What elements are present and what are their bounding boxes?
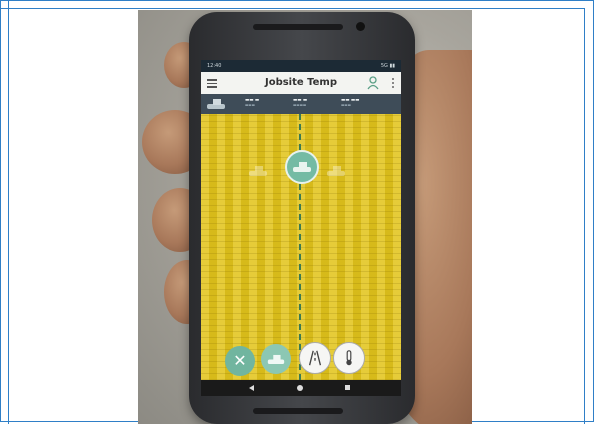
temperature-button[interactable]: [333, 342, 365, 374]
roller-button[interactable]: [261, 344, 291, 374]
status-signal: 5G ▮▮: [380, 63, 395, 69]
roller-compactor-icon: [267, 354, 285, 365]
front-camera: [356, 22, 365, 31]
frame-right-rule: [584, 8, 585, 424]
recent-apps-icon[interactable]: [345, 385, 350, 390]
roller-compactor-icon: [327, 166, 345, 176]
speaker-grille: [253, 408, 343, 414]
frame-top-rule: [0, 8, 585, 9]
speaker-grille: [253, 24, 343, 30]
roller-compactor-icon: [207, 99, 225, 109]
person-icon[interactable]: [367, 76, 379, 90]
phone-screen: 12:40 5G ▮▮ Jobsite Temp ▬▬ ▬ ▬▬▬ ▬▬ ▬ ▬▬▬: [201, 60, 401, 396]
phone: 12:40 5G ▮▮ Jobsite Temp ▬▬ ▬ ▬▬▬ ▬▬ ▬ ▬▬▬: [189, 12, 415, 424]
back-icon[interactable]: [249, 385, 254, 391]
roller-position-marker[interactable]: [285, 150, 319, 184]
lanes-icon: [308, 350, 322, 366]
info-bar: ▬▬ ▬ ▬▬▬ ▬▬ ▬ ▬▬▬▬ ▬▬ ▬▬ ▬▬▬: [201, 94, 401, 114]
status-bar: 12:40 5G ▮▮: [201, 60, 401, 72]
metric-3: ▬▬ ▬▬ ▬▬▬: [341, 98, 360, 107]
status-time: 12:40: [207, 63, 222, 69]
roller-compactor-icon: [249, 166, 267, 176]
home-icon[interactable]: [297, 385, 303, 391]
close-button[interactable]: ✕: [225, 346, 255, 376]
photo: 12:40 5G ▮▮ Jobsite Temp ▬▬ ▬ ▬▬▬ ▬▬ ▬ ▬▬▬: [138, 10, 472, 424]
metric-2: ▬▬ ▬ ▬▬▬▬: [293, 98, 308, 107]
roller-compactor-icon: [293, 162, 311, 172]
kebab-menu-icon[interactable]: [392, 78, 395, 88]
asphalt-coverage-map[interactable]: ✕: [201, 114, 401, 380]
frame-left-rule: [8, 0, 9, 424]
app-bar: Jobsite Temp: [201, 72, 401, 94]
lanes-button[interactable]: [299, 342, 331, 374]
thermometer-icon: [346, 350, 352, 366]
metric-1: ▬▬ ▬ ▬▬▬: [245, 98, 260, 107]
android-nav-bar: [201, 380, 401, 396]
